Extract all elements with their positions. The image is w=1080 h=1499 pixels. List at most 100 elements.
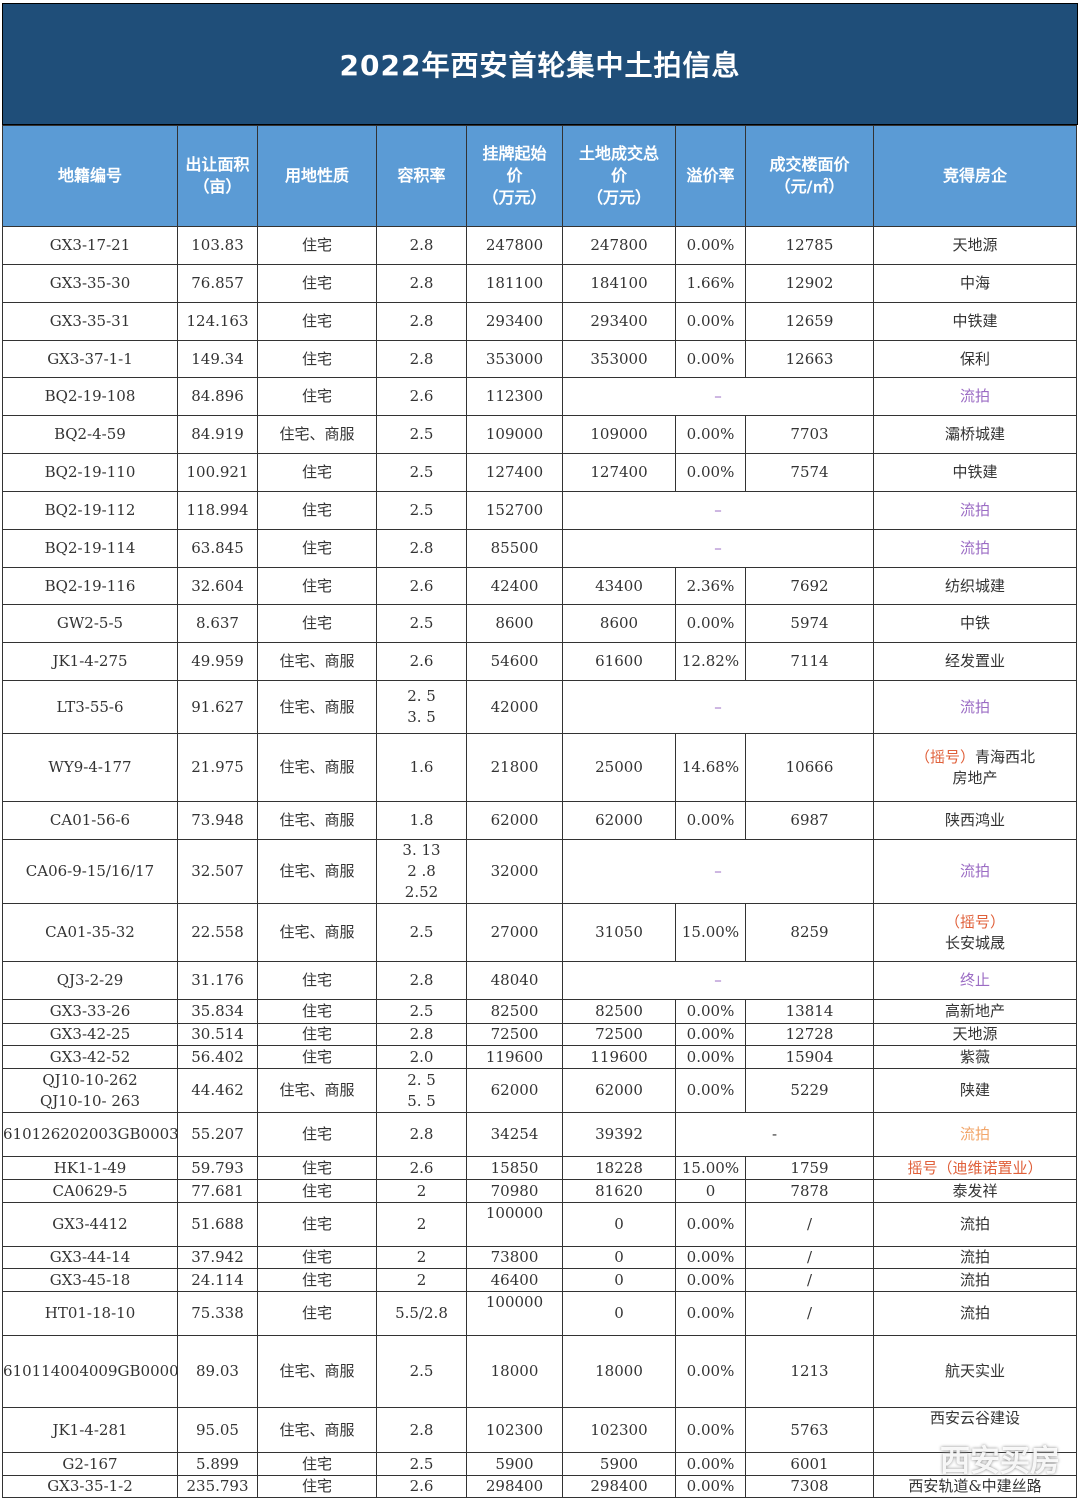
- cell-deal-price: 81620: [562, 1179, 676, 1203]
- cell-parcel-id: GW2-5-5: [2, 604, 178, 643]
- cell-winner: 紫薇: [873, 1045, 1077, 1069]
- cell-area: 35.834: [177, 999, 258, 1024]
- cell-land-use: 住宅: [257, 1156, 377, 1180]
- header-row: 地籍编号 出让面积 （亩） 用地性质 容积率 挂牌起始 价 （万元） 土地成交总 价 （万…: [2, 125, 1077, 227]
- cell-start-price: 42000: [466, 680, 563, 734]
- cell-start-price: 353000: [466, 340, 563, 378]
- cell-winner: 中铁建: [873, 302, 1077, 341]
- cell-plot-ratio: 1.6: [376, 733, 467, 802]
- cell-deal-price: 8600: [562, 604, 676, 643]
- cell-parcel-id: LT3-55-6: [2, 680, 178, 734]
- cell-winner-status: 流拍: [873, 377, 1077, 416]
- cell-floor-price: 13814: [745, 999, 874, 1024]
- cell-plot-ratio: 2.5: [376, 491, 467, 530]
- cell-area: 44.462: [177, 1068, 258, 1113]
- cell-plot-ratio: 2: [376, 1179, 467, 1203]
- table-row: GX3-42-52 56.402 住宅 2.0 119600 119600 0.00% 159…: [2, 1045, 1077, 1069]
- cell-area: 63.845: [177, 529, 258, 568]
- cell-plot-ratio: 2.6: [376, 1475, 467, 1498]
- cell-parcel-id: BQ2-19-112: [2, 491, 178, 530]
- cell-winner-status: 流拍: [873, 491, 1077, 530]
- cell-winner: 天地源: [873, 1023, 1077, 1046]
- cell-plot-ratio: 3. 13 2 .8 2.52: [376, 839, 467, 904]
- cell-area: 103.83: [177, 226, 258, 265]
- cell-start-price: 73800: [466, 1246, 563, 1269]
- cell-parcel-id: CA01-35-32: [2, 903, 178, 962]
- cell-parcel-id: GX3-33-26: [2, 999, 178, 1024]
- cell-deal-price: 109000: [562, 415, 676, 454]
- cell-plot-ratio: 2.8: [376, 1112, 467, 1157]
- cell-floor-price: 12902: [745, 264, 874, 303]
- cell-area: 75.338: [177, 1291, 258, 1336]
- table-row: WY9-4-177 21.975 住宅、商服 1.6 21800 25000 14.68% 1…: [2, 733, 1077, 802]
- page-title: 2022年西安首轮集中土拍信息: [2, 3, 1078, 125]
- cell-floor-price: 7703: [745, 415, 874, 454]
- cell-area: 149.34: [177, 340, 258, 378]
- table-row: GX3-45-18 24.114 住宅 2 46400 0 0.00% / 流拍: [2, 1268, 1077, 1292]
- cell-parcel-id: G2-167: [2, 1452, 178, 1476]
- table-row: CA0629-5 77.681 住宅 2 70980 81620 0 7878 泰发祥: [2, 1179, 1077, 1203]
- table-row: GX3-35-31 124.163 住宅 2.8 293400 293400 0.00% 12…: [2, 302, 1077, 341]
- cell-premium-rate: 0.00%: [675, 1335, 746, 1408]
- cell-start-price: 8600: [466, 604, 563, 643]
- table-row: HT01-18-10 75.338 住宅 5.5/2.8 100000 0 0.00% / 流拍: [2, 1291, 1077, 1336]
- cell-floor-price: 7692: [745, 567, 874, 605]
- table-row: GX3-17-21 103.83 住宅 2.8 247800 247800 0.00% 127…: [2, 226, 1077, 265]
- cell-start-price: 62000: [466, 801, 563, 840]
- cell-land-use: 住宅、商服: [257, 642, 377, 681]
- winner-name: 中铁建: [952, 312, 998, 330]
- cell-start-price: 109000: [466, 415, 563, 454]
- cell-area: 59.793: [177, 1156, 258, 1180]
- cell-premium-rate: 0.00%: [675, 1452, 746, 1476]
- cell-parcel-id: QJ10-10-262 QJ10-10- 263: [2, 1068, 178, 1113]
- cell-deal-price: 62000: [562, 801, 676, 840]
- cell-land-use: 住宅: [257, 377, 377, 416]
- table-row: BQ2-19-112 118.994 住宅 2.5 152700– 流拍: [2, 491, 1077, 530]
- cell-deal-price: 298400: [562, 1475, 676, 1498]
- cell-area: 51.688: [177, 1202, 258, 1247]
- cell-floor-price: 12728: [745, 1023, 874, 1046]
- cell-deal-price: 184100: [562, 264, 676, 303]
- table-row: BQ2-19-114 63.845 住宅 2.8 85500– 流拍: [2, 529, 1077, 568]
- cell-plot-ratio: 2.5: [376, 453, 467, 492]
- cell-start-price: 127400: [466, 453, 563, 492]
- cell-plot-ratio: 2.8: [376, 302, 467, 341]
- cell-area: 31.176: [177, 961, 258, 1000]
- table-row: 610114004009GB00003 89.03 住宅、商服 2.5 18000 180…: [2, 1335, 1077, 1408]
- cell-start-price: 34254: [466, 1112, 563, 1157]
- cell-land-use: 住宅、商服: [257, 839, 377, 904]
- cell-premium-rate: 0.00%: [675, 1407, 746, 1453]
- cell-parcel-id: HK1-1-49: [2, 1156, 178, 1180]
- cell-land-use: 住宅、商服: [257, 733, 377, 802]
- winner-name: 灞桥城建: [944, 425, 1005, 443]
- table-row: BQ2-19-108 84.896 住宅 2.6 112300– 流拍: [2, 377, 1077, 416]
- winner-name: 流拍: [959, 1270, 990, 1289]
- winner-name: 流拍: [959, 1304, 990, 1322]
- winner-name: 泰发祥: [952, 1181, 998, 1200]
- cell-start-price: 293400: [466, 302, 563, 341]
- winner-name: 中铁建: [952, 463, 998, 481]
- cell-plot-ratio: 2.8: [376, 226, 467, 265]
- header-start-price: 挂牌起始 价 （万元）: [466, 125, 563, 227]
- cell-floor-price: 1213: [745, 1335, 874, 1408]
- cell-area: 55.207: [177, 1112, 258, 1157]
- table-row: G2-167 5.899 住宅 2.5 5900 5900 0.00% 6001: [2, 1452, 1077, 1476]
- cell-land-use: 住宅: [257, 1246, 377, 1269]
- cell-floor-price: /: [745, 1268, 874, 1292]
- cell-area: 95.05: [177, 1407, 258, 1453]
- winner-name: 天地源: [952, 1025, 998, 1043]
- cell-start-price: 85500: [466, 529, 563, 568]
- winner-name: 中海: [959, 274, 990, 292]
- cell-area: 76.857: [177, 264, 258, 303]
- cell-plot-ratio: 2: [376, 1202, 467, 1247]
- cell-premium-rate: 1.66%: [675, 264, 746, 303]
- winner-name: 中铁: [959, 614, 990, 632]
- cell-land-use: 住宅、商服: [257, 1068, 377, 1113]
- cell-area: 22.558: [177, 903, 258, 962]
- cell-start-price: 21800: [466, 733, 563, 802]
- cell-premium-rate: 0.00%: [675, 1068, 746, 1113]
- cell-land-use: 住宅: [257, 567, 377, 605]
- cell-winner: 纺织城建: [873, 567, 1077, 605]
- cell-land-use: 住宅: [257, 1475, 377, 1498]
- table-row: HK1-1-49 59.793 住宅 2.6 15850 18228 15.00% 1759 摇…: [2, 1156, 1077, 1180]
